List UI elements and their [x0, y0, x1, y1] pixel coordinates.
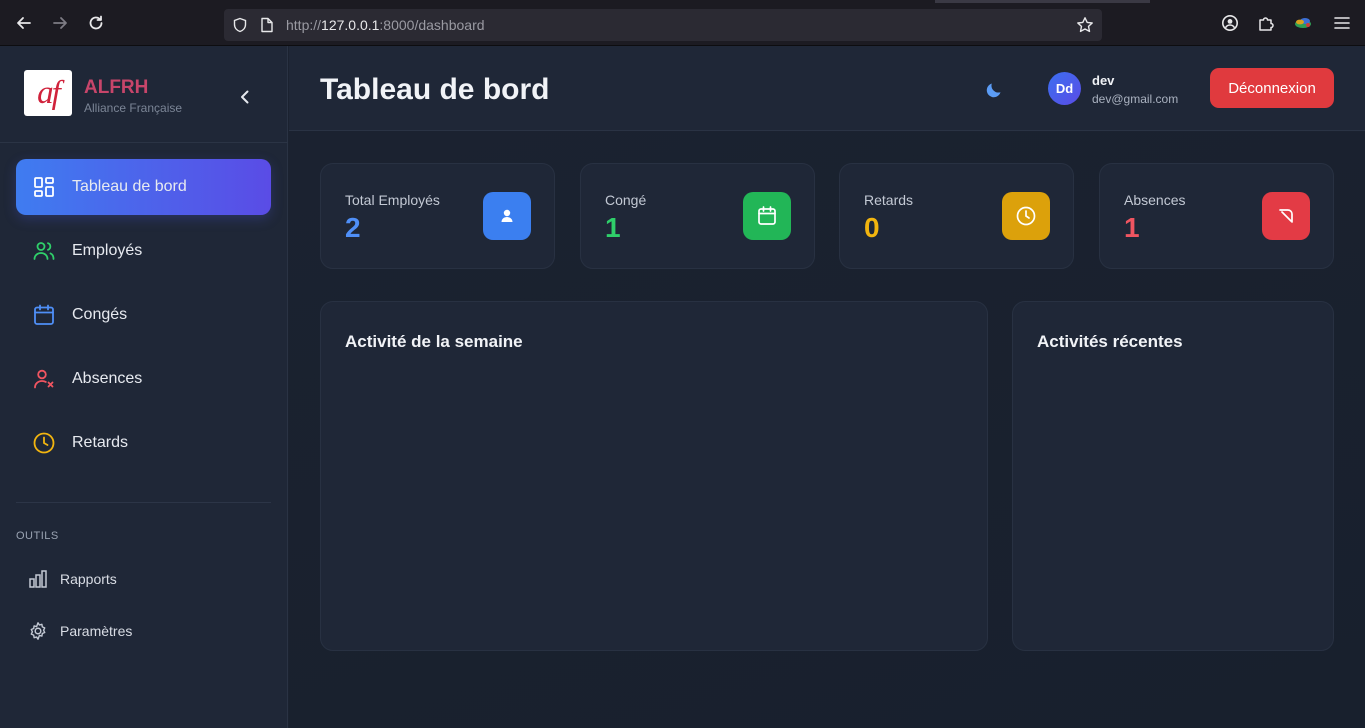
gear-icon	[30, 622, 46, 640]
clock-icon	[33, 432, 55, 454]
sidebar-item-employes[interactable]: Employés	[16, 223, 271, 279]
stat-card-total-employes: Total Employés 2	[320, 163, 555, 269]
stat-label: Absences	[1124, 192, 1186, 208]
stat-value: 1	[605, 212, 621, 243]
sidebar-item-label: Retards	[72, 434, 129, 451]
sidebar-item-label: Tableau de bord	[72, 178, 187, 195]
main-content: Total Employés 2 Congé 1 Retards 0 Absen…	[289, 132, 1365, 728]
stat-label: Retards	[864, 192, 914, 208]
top-header: Tableau de bord Dd dev dev@gmail.com Déc…	[289, 46, 1365, 131]
stat-card-retards: Retards 0	[839, 163, 1074, 269]
sidebar-item-label: Employés	[72, 242, 143, 259]
clock-icon	[1016, 206, 1036, 226]
puzzle-icon	[1259, 17, 1274, 31]
reload-icon	[89, 15, 103, 30]
back-button[interactable]	[11, 10, 37, 36]
browser-toolbar: http://127.0.0.1:8000/dashboard	[0, 0, 1365, 46]
ban-icon	[1279, 209, 1293, 223]
sidebar-item-tableau-de-bord[interactable]: Tableau de bord	[16, 159, 271, 215]
shield-icon	[233, 17, 247, 33]
sidebar-item-label: Absences	[72, 370, 143, 387]
logo-text: af	[37, 74, 61, 111]
panel-title: Activités récentes	[1037, 332, 1183, 351]
brand-name: ALFRH	[84, 77, 149, 98]
tools-section-title: OUTILS	[16, 530, 59, 542]
user-x-icon	[34, 369, 54, 389]
url-scheme: http://	[286, 17, 322, 33]
url-path: :8000/dashboard	[379, 17, 485, 33]
sidebar-item-parametres[interactable]: Paramètres	[16, 613, 271, 649]
logo: af	[24, 70, 72, 116]
tab-indicator	[935, 0, 1150, 3]
sidebar-item-label: Rapports	[60, 571, 117, 587]
stat-value: 0	[864, 212, 880, 243]
avatar[interactable]: Dd	[1048, 72, 1081, 105]
account-icon	[1222, 15, 1238, 31]
collapse-sidebar-button[interactable]	[232, 84, 258, 110]
address-bar[interactable]: http://127.0.0.1:8000/dashboard	[224, 9, 1102, 41]
url-host: 127.0.0.1	[321, 17, 380, 33]
arrow-right-icon	[53, 17, 67, 29]
bookmark-star-icon[interactable]	[1076, 16, 1094, 34]
moon-icon	[986, 83, 1001, 98]
page-title: Tableau de bord	[320, 73, 550, 106]
chevron-left-icon	[241, 90, 249, 104]
stat-label: Congé	[605, 192, 647, 208]
panel-title: Activité de la semaine	[345, 332, 523, 351]
stat-card-conge: Congé 1	[580, 163, 815, 269]
logout-button[interactable]: Déconnexion	[1210, 68, 1334, 108]
recent-activities-panel: Activités récentes	[1012, 301, 1334, 651]
hamburger-icon	[1334, 17, 1350, 29]
calendar-icon	[34, 304, 54, 325]
stat-icon-badge	[743, 192, 791, 240]
page-icon	[261, 17, 273, 33]
reload-button[interactable]	[83, 10, 109, 36]
dashboard-grid-icon	[34, 177, 54, 197]
menu-button[interactable]	[1329, 10, 1355, 36]
sidebar-item-label: Congés	[72, 306, 128, 323]
brand-subtitle: Alliance Française	[84, 101, 183, 115]
stat-value: 2	[345, 212, 361, 243]
user-icon	[501, 209, 513, 222]
sidebar-item-retards[interactable]: Retards	[16, 415, 271, 471]
theme-toggle-button[interactable]	[981, 77, 1007, 103]
sidebar-item-conges[interactable]: Congés	[16, 287, 271, 343]
forward-button[interactable]	[47, 10, 73, 36]
users-icon	[33, 242, 55, 260]
stat-label: Total Employés	[345, 192, 440, 208]
stat-icon-badge	[1002, 192, 1050, 240]
stat-value: 1	[1124, 212, 1140, 243]
sidebar: af ALFRH Alliance Française Tableau de b…	[0, 46, 288, 728]
extension-button[interactable]	[1290, 10, 1316, 36]
bar-chart-icon	[29, 570, 47, 588]
weekly-activity-panel: Activité de la semaine	[320, 301, 988, 651]
colorful-extension-icon	[1295, 18, 1311, 28]
sidebar-item-label: Paramètres	[60, 623, 133, 639]
url-text: http://127.0.0.1:8000/dashboard	[286, 17, 485, 33]
extensions-button[interactable]	[1253, 10, 1279, 36]
user-name: dev	[1092, 73, 1115, 88]
sidebar-item-absences[interactable]: Absences	[16, 351, 271, 407]
stat-icon-badge	[483, 192, 531, 240]
sidebar-divider	[16, 502, 271, 503]
brand-header: af ALFRH Alliance Française	[0, 46, 288, 143]
calendar-icon	[758, 206, 776, 225]
arrow-left-icon	[17, 17, 31, 29]
stat-card-absences: Absences 1	[1099, 163, 1334, 269]
account-button[interactable]	[1217, 10, 1243, 36]
stat-icon-badge	[1262, 192, 1310, 240]
user-email: dev@gmail.com	[1092, 92, 1179, 106]
sidebar-item-rapports[interactable]: Rapports	[16, 561, 271, 597]
